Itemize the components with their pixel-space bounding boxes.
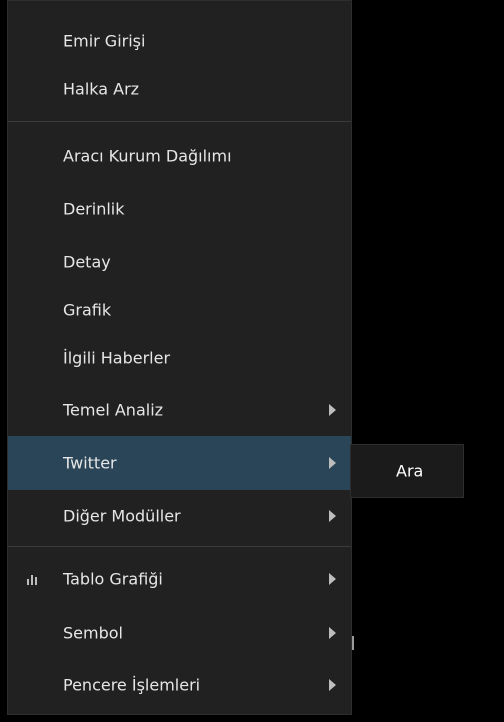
menu-item-diger-moduller[interactable]: Diğer Modüller	[8, 489, 351, 543]
twitter-submenu: Ara	[350, 444, 464, 498]
menu-item-emir-girisi[interactable]: Emir Girişi	[8, 14, 351, 68]
menu-item-label: Halka Arz	[63, 79, 140, 99]
menu-separator	[8, 546, 351, 547]
menu-item-label: İlgili Haberler	[63, 348, 171, 368]
menu-item-ilgili-haberler[interactable]: İlgili Haberler	[8, 331, 351, 385]
menu-item-label: Emir Girişi	[63, 31, 146, 51]
chevron-right-icon	[329, 627, 336, 639]
menu-item-label: Aracı Kurum Dağılımı	[63, 146, 232, 166]
menu-item-detay[interactable]: Detay	[8, 235, 351, 289]
menu-item-label: Pencere İşlemleri	[63, 675, 201, 695]
menu-item-label: Twitter	[63, 453, 117, 473]
chevron-right-icon	[329, 404, 336, 416]
menu-item-grafik[interactable]: Grafik	[8, 283, 351, 337]
menu-item-label: Derinlik	[63, 199, 125, 219]
menu-separator	[8, 121, 351, 122]
menu-item-label: Temel Analiz	[63, 400, 164, 420]
menu-item-label: Tablo Grafiği	[63, 569, 163, 589]
background-fragment	[352, 636, 354, 650]
menu-item-pencere-islemleri[interactable]: Pencere İşlemleri	[8, 658, 351, 712]
menu-item-label: Grafik	[63, 300, 112, 320]
chevron-right-icon	[329, 457, 336, 469]
menu-item-temel-analiz[interactable]: Temel Analiz	[8, 383, 351, 437]
menu-item-label: Sembol	[63, 623, 123, 643]
bar-chart-icon	[27, 575, 37, 585]
chevron-right-icon	[329, 679, 336, 691]
menu-item-araci-kurum-dagilimi[interactable]: Aracı Kurum Dağılımı	[8, 129, 351, 183]
chevron-right-icon	[329, 510, 336, 522]
menu-item-label: Detay	[63, 252, 111, 272]
submenu-item-label: Ara	[396, 461, 424, 481]
menu-item-label: Diğer Modüller	[63, 506, 181, 526]
menu-item-twitter[interactable]: Twitter	[8, 436, 351, 490]
menu-item-derinlik[interactable]: Derinlik	[8, 182, 351, 236]
menu-item-tablo-grafigi[interactable]: Tablo Grafiği	[8, 552, 351, 606]
menu-item-sembol[interactable]: Sembol	[8, 606, 351, 660]
menu-item-halka-arz[interactable]: Halka Arz	[8, 62, 351, 116]
chevron-right-icon	[329, 573, 336, 585]
context-menu: Emir Girişi Halka Arz Aracı Kurum Dağılı…	[7, 0, 352, 715]
